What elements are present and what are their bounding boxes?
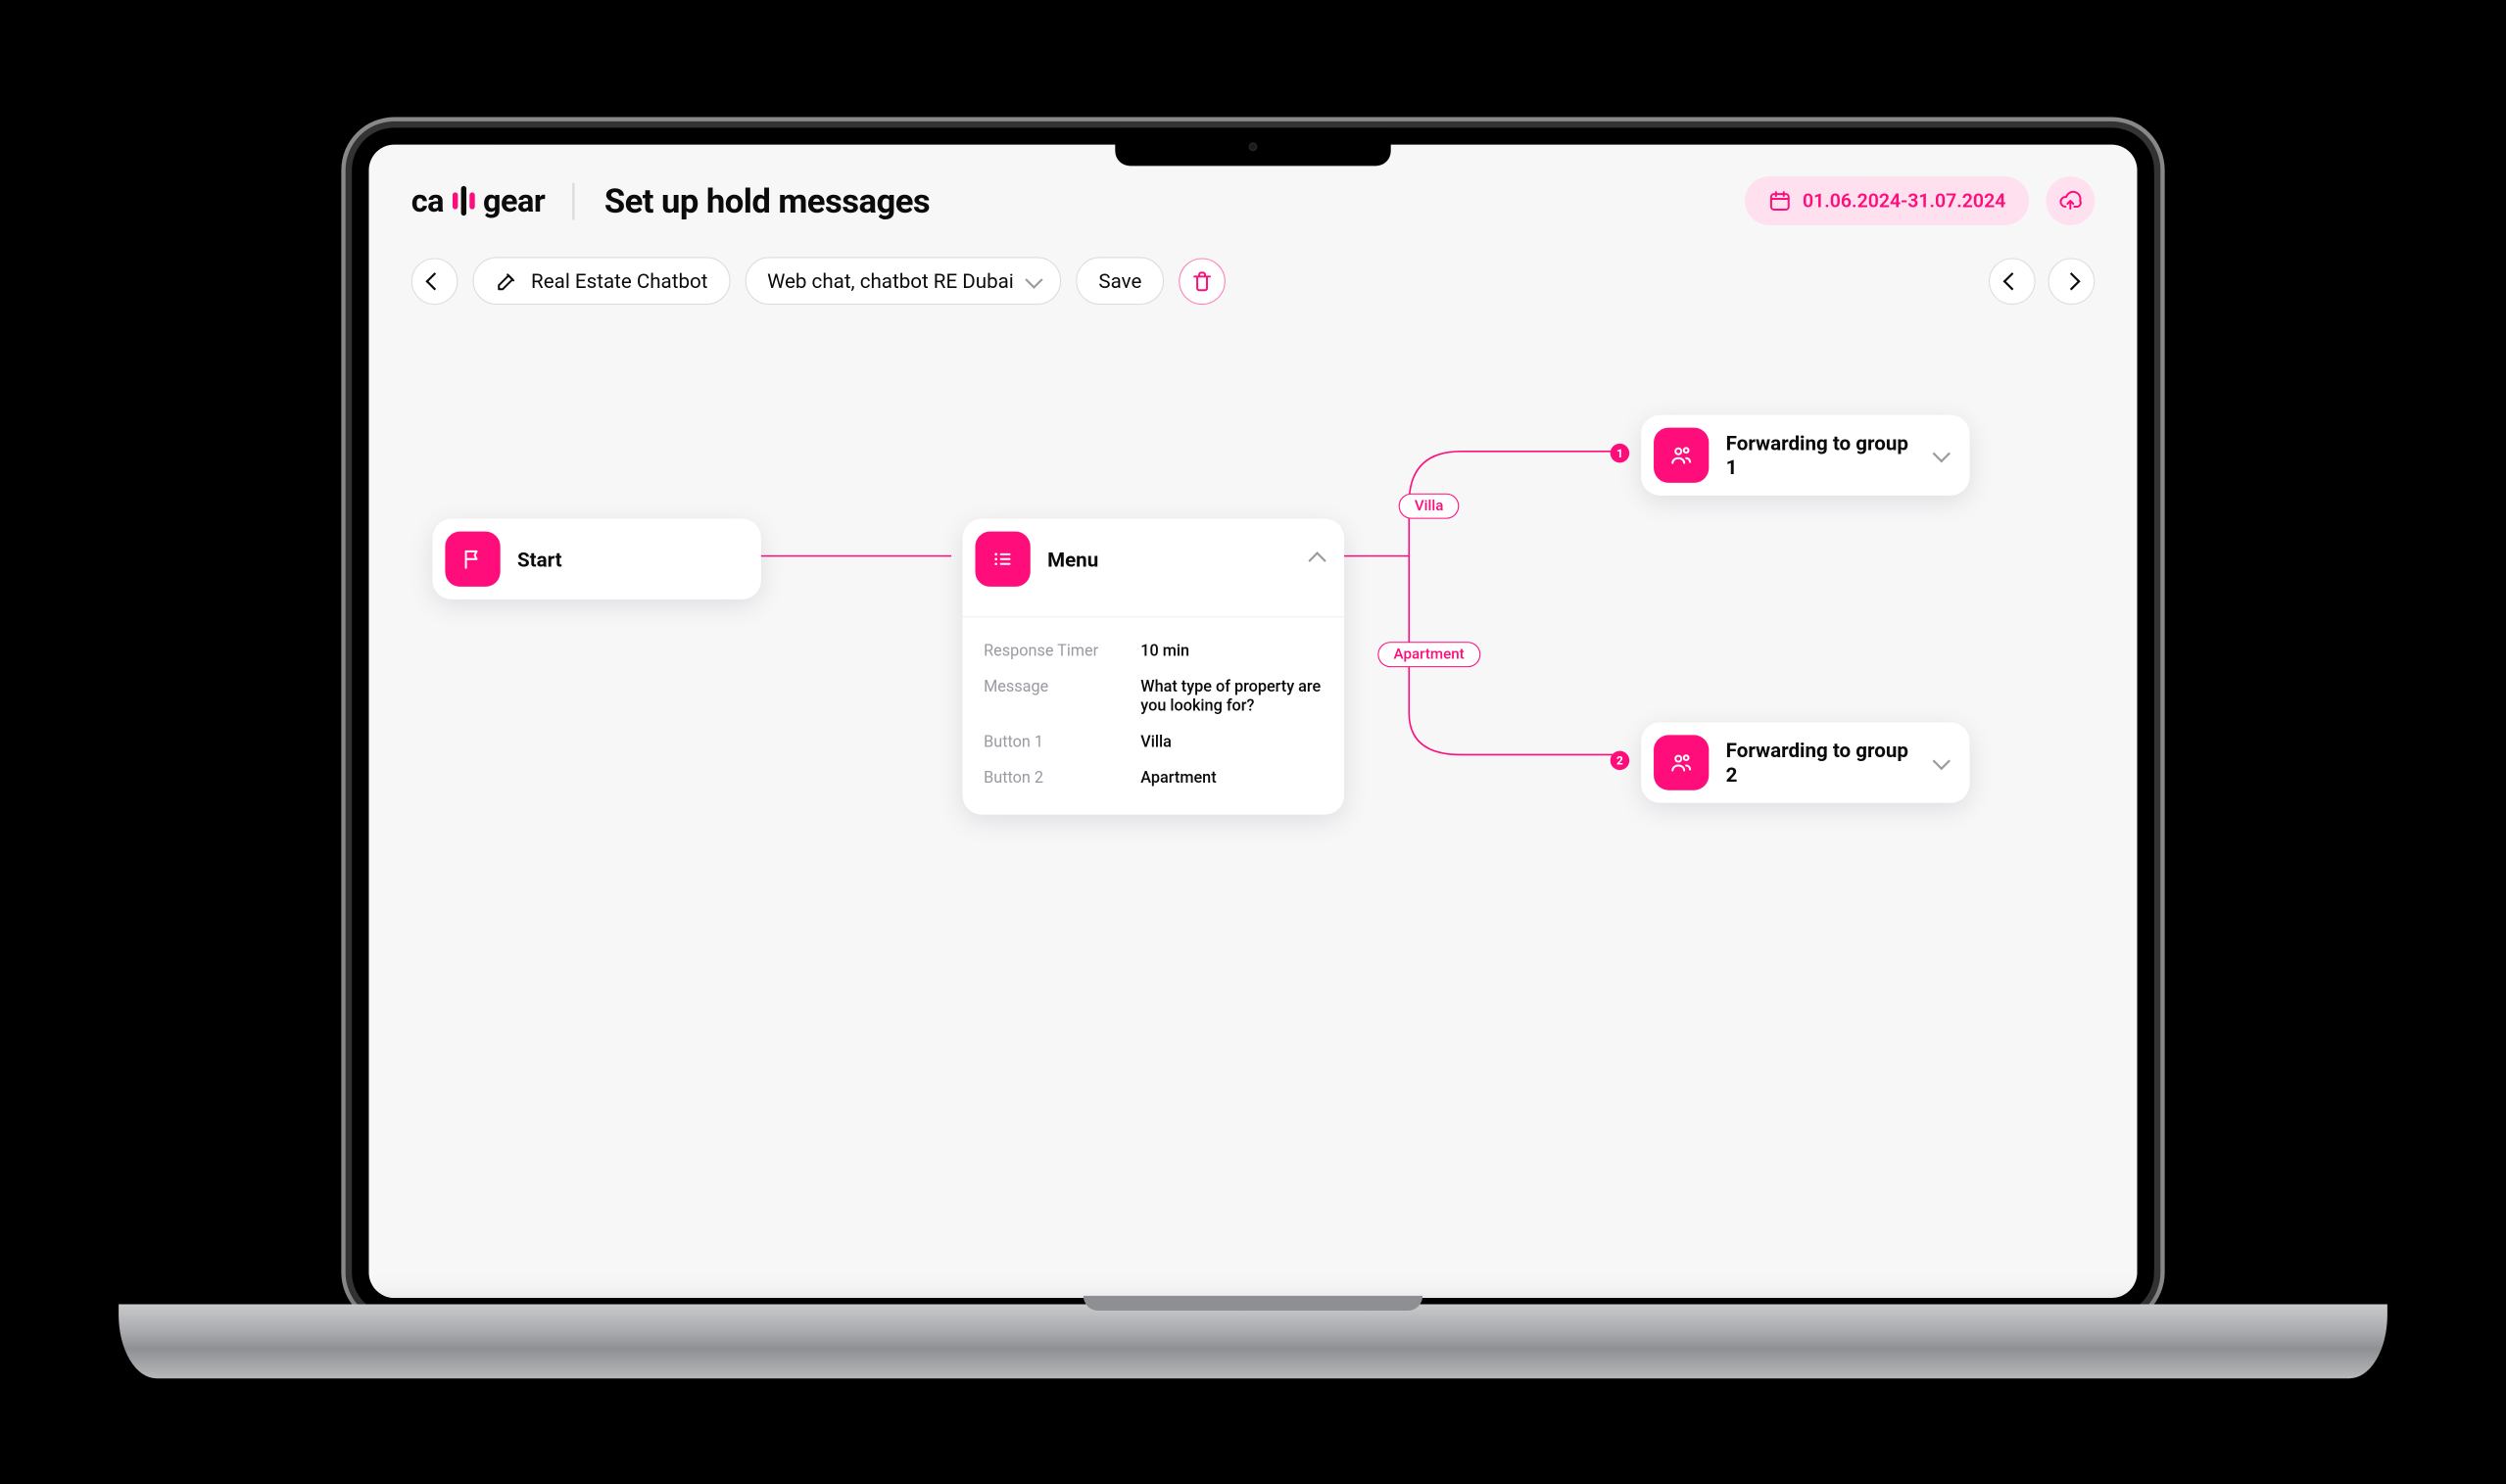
upload-button[interactable] (2046, 176, 2095, 225)
header-right: 01.06.2024-31.07.2024 (1746, 176, 2096, 225)
node-menu[interactable]: Menu Response Timer 10 min Message What … (962, 518, 1344, 814)
node-start[interactable]: Start (432, 518, 760, 598)
response-timer-value: 10 min (1140, 641, 1189, 659)
brand-logo: ca gear (411, 182, 575, 219)
channel-name-text: Web chat, chatbot RE Dubai (767, 268, 1014, 293)
trash-icon (1190, 268, 1214, 292)
menu-row-button2: Button 2 Apartment (984, 759, 1323, 795)
chevron-right-icon (2062, 271, 2080, 289)
nav-prev-button[interactable] (1989, 257, 2036, 304)
logo-text-right: gear (483, 182, 545, 219)
edit-icon (495, 268, 518, 292)
flag-icon (445, 531, 500, 586)
node-menu-header[interactable]: Menu (962, 518, 1344, 598)
menu-row-button1: Button 1 Villa (984, 723, 1323, 759)
node-group-2[interactable]: Forwarding to group 2 (1641, 722, 1969, 802)
message-key: Message (984, 676, 1122, 714)
cloud-upload-icon (2058, 189, 2082, 213)
chevron-left-icon (2003, 271, 2021, 289)
node-menu-body: Response Timer 10 min Message What type … (962, 616, 1344, 814)
response-timer-key: Response Timer (984, 641, 1122, 659)
channel-select[interactable]: Web chat, chatbot RE Dubai (745, 257, 1061, 305)
menu-row-response-timer: Response Timer 10 min (984, 632, 1323, 668)
date-range-text: 01.06.2024-31.07.2024 (1803, 189, 2005, 212)
message-value: What type of property are you looking fo… (1140, 676, 1321, 714)
app-screen: ca gear Set up hold messages 01.06.2024-… (368, 144, 2137, 1297)
date-range-picker[interactable]: 01.06.2024-31.07.2024 (1746, 176, 2030, 225)
laptop-base (119, 1304, 2387, 1378)
node-group-1-title: Forwarding to group 1 (1726, 430, 1917, 479)
back-button[interactable] (411, 257, 458, 304)
chevron-down-icon (1026, 270, 1043, 288)
people-icon (1654, 735, 1709, 790)
save-button[interactable]: Save (1077, 257, 1164, 305)
chevron-down-icon[interactable] (1933, 751, 1951, 769)
camera-notch (1115, 127, 1390, 166)
list-icon (975, 531, 1030, 586)
edge-badge-1: 1 (1611, 443, 1629, 461)
button2-value: Apartment (1140, 767, 1216, 786)
node-start-title: Start (517, 547, 745, 571)
button2-key: Button 2 (984, 767, 1122, 786)
calendar-icon (1768, 189, 1792, 213)
chevron-down-icon[interactable] (1933, 445, 1951, 462)
people-icon (1654, 427, 1709, 482)
edge-label-villa[interactable]: Villa (1399, 493, 1460, 518)
logo-bars-icon (453, 185, 475, 215)
chatbot-name-text: Real Estate Chatbot (531, 268, 707, 293)
node-group-1[interactable]: Forwarding to group 1 (1641, 414, 1969, 495)
save-label: Save (1098, 268, 1141, 293)
node-menu-title: Menu (1047, 547, 1295, 571)
page-title: Set up hold messages (604, 180, 930, 220)
laptop-frame: ca gear Set up hold messages 01.06.2024-… (87, 0, 2420, 1484)
chatbot-name-pill[interactable]: Real Estate Chatbot (473, 257, 731, 305)
node-group-2-title: Forwarding to group 2 (1726, 738, 1917, 787)
edge-badge-2: 2 (1611, 750, 1629, 769)
logo-text-left: ca (411, 182, 444, 219)
edge-label-apartment[interactable]: Apartment (1377, 642, 1480, 667)
button1-value: Villa (1140, 732, 1172, 750)
toolbar: Real Estate Chatbot Web chat, chatbot RE… (368, 235, 2137, 325)
delete-button[interactable] (1179, 257, 1226, 304)
menu-row-message: Message What type of property are you lo… (984, 668, 1323, 723)
flow-canvas[interactable]: Start Menu (368, 325, 2137, 1267)
button1-key: Button 1 (984, 732, 1122, 750)
screen-bezel: ca gear Set up hold messages 01.06.2024-… (352, 127, 2154, 1315)
chevron-up-icon[interactable] (1308, 551, 1325, 569)
chevron-left-icon (425, 271, 443, 289)
nav-next-button[interactable] (2048, 257, 2096, 304)
